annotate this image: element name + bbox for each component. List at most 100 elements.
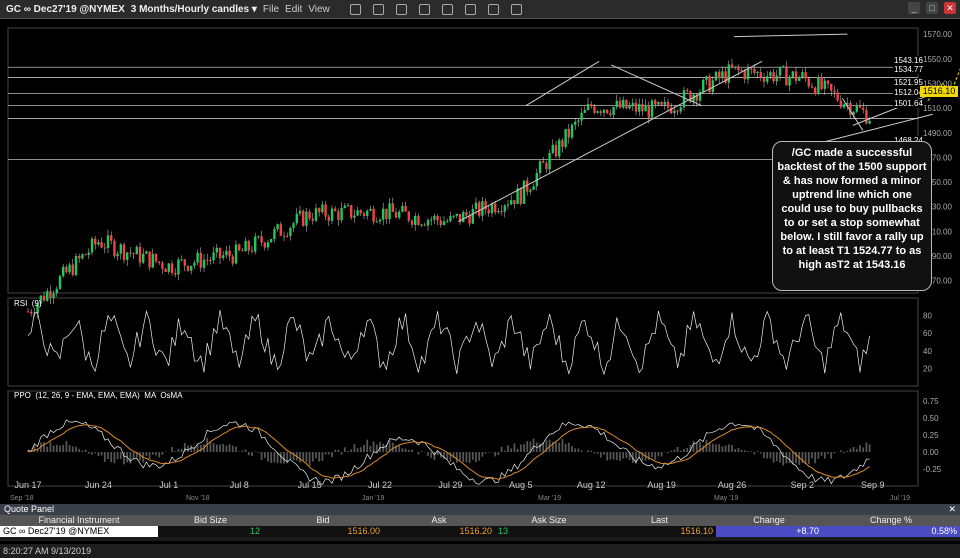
osma-bar [49,441,52,453]
rsi-tick-label: 60 [923,329,932,338]
candle-body [567,129,570,138]
ppo-tick-label: -0.25 [923,465,942,474]
candle-body [628,105,631,109]
candle-body [791,71,794,77]
osma-bar [369,445,372,453]
candle-body [538,161,542,173]
candle-body [714,71,718,81]
candle-body [430,219,433,221]
candle-body [609,113,612,115]
candle-body [372,208,375,222]
osma-bar [756,451,759,453]
osma-bar [692,441,695,453]
ppo-legend-ma: MA [144,391,156,400]
candle-body [202,259,206,268]
osma-bar [337,449,340,453]
osma-bar [670,450,673,453]
draw-line-icon[interactable] [418,3,430,15]
col-header[interactable]: Change [716,515,822,526]
candle-body [494,203,497,213]
osma-bar [171,447,173,453]
crosshair-icon[interactable] [372,3,384,15]
x-tick-label: Sep 2 [791,480,815,490]
osma-bar [807,452,810,465]
settings-icon[interactable] [510,3,522,15]
x-tick-label: Aug 12 [577,480,606,490]
candle-body [820,77,823,89]
quote-change-pct: 0.58% [822,526,960,537]
price-tick-label: 1550.00 [923,55,952,64]
osma-bar [465,452,468,463]
candle-body [660,102,663,105]
osma-bar [721,446,724,453]
panel-close-icon[interactable]: ✕ [948,504,956,515]
candle-body [225,250,228,256]
close-icon[interactable]: ✕ [944,2,956,14]
candle-body [740,70,743,72]
candle-body [542,161,545,163]
menu-file[interactable]: File [263,4,279,15]
candle-body [321,204,324,213]
osma-bar [577,448,580,453]
cursor-icon[interactable] [349,3,361,15]
candle-body [814,87,817,95]
candle-body [273,229,276,239]
col-header[interactable]: Change % [822,515,960,526]
col-header[interactable]: Bid [263,515,383,526]
panel-frame [7,390,919,487]
link-icon[interactable] [487,3,499,15]
candle-body [356,210,359,216]
candle-body [522,180,526,204]
osma-bar [555,442,557,453]
candle-body [558,140,561,157]
osma-bar [651,452,653,458]
ppo-legend-name: PPO [14,391,31,400]
candle-body [375,221,378,223]
quote-row[interactable]: GC ∞ Dec27'19 @NYMEX 12 1516.00 1516.20 … [0,526,960,537]
osma-bar [46,446,49,453]
candle-body [503,205,506,212]
osma-bar [599,452,602,458]
candle-body [865,109,868,124]
candle-body [743,70,746,80]
candle-body [862,107,865,110]
osma-bar [180,448,183,453]
osma-bar [340,452,343,455]
osma-bar [78,448,81,453]
candle-body [602,109,606,113]
candle-body [81,254,84,259]
timeframe-selector[interactable]: 3 Months/Hourly candles ▾ [131,4,257,15]
osma-bar [567,442,570,453]
symbol-title[interactable]: GC ∞ Dec27'19 @NYMEX [6,4,125,15]
x-tick-label: Aug 19 [647,480,676,490]
zoom-icon[interactable] [395,3,407,15]
indicator-icon[interactable] [464,3,476,15]
maximize-icon[interactable]: □ [926,2,938,14]
osma-bar [225,445,228,453]
rsi-legend-name: RSI [14,299,28,308]
text-icon[interactable] [441,3,453,15]
candle-body [174,273,177,275]
col-header[interactable]: Financial Instrument [0,515,158,526]
candle-body [718,71,721,79]
candle-body [110,235,113,241]
osma-bar [68,444,71,453]
col-header[interactable]: Ask Size [495,515,603,526]
candle-body [74,256,78,276]
candle-body [423,224,426,226]
osma-bar [308,452,311,467]
menu-view[interactable]: View [308,4,330,15]
osma-bar [523,444,525,453]
col-header[interactable]: Last [603,515,716,526]
candle-body [442,221,446,225]
osma-bar [737,448,740,453]
osma-bar [199,444,202,453]
menu-edit[interactable]: Edit [285,4,302,15]
col-header[interactable]: Bid Size [158,515,263,526]
osma-bar [862,447,865,453]
candle-body [337,211,340,221]
candle-body [196,252,199,263]
quote-instrument[interactable]: GC ∞ Dec27'19 @NYMEX [0,526,158,537]
col-header[interactable]: Ask [383,515,495,526]
minimize-icon[interactable]: _ [908,2,920,14]
